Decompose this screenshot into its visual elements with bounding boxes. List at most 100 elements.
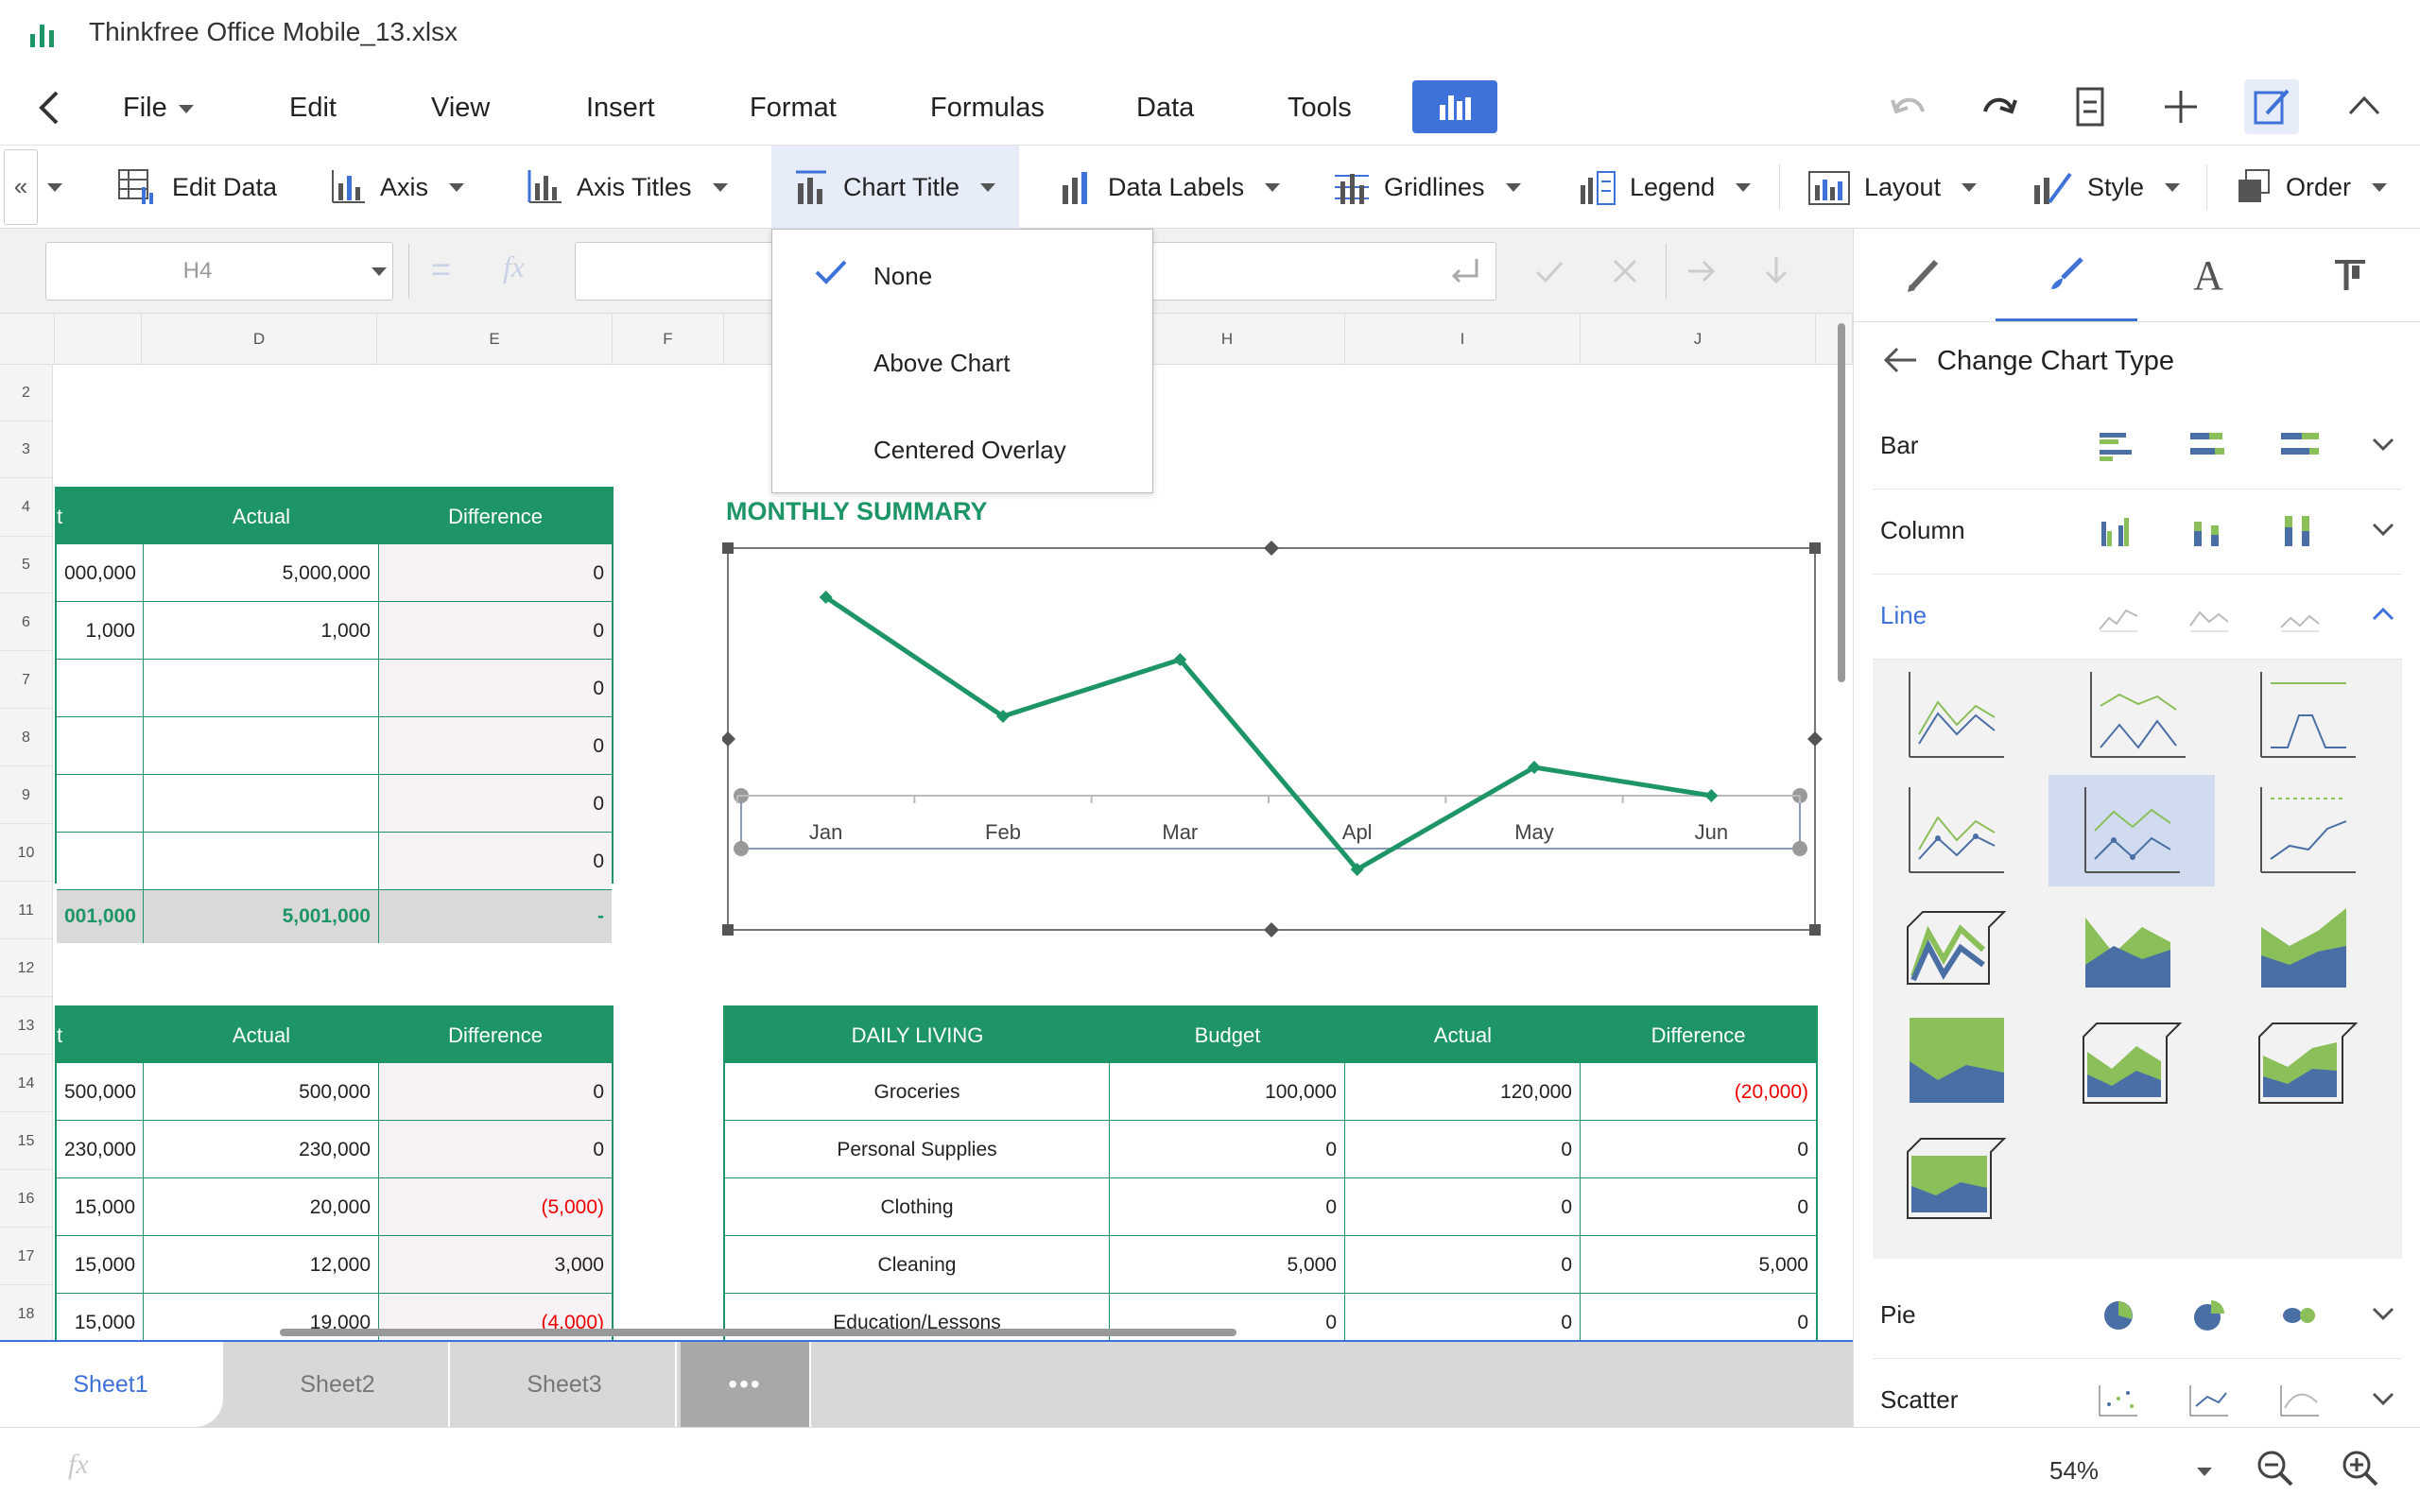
table-cell[interactable]: (5,000) <box>379 1178 612 1236</box>
confirm-check-icon[interactable] <box>1533 255 1565 287</box>
table-cell[interactable]: 000,000 <box>57 544 144 602</box>
menu-data[interactable]: Data <box>1136 93 1194 124</box>
line-subtype-selected[interactable] <box>2048 775 2215 886</box>
sheet-tab-2[interactable]: Sheet2 <box>227 1342 450 1427</box>
redo-icon[interactable] <box>1978 85 2021 129</box>
table-cell[interactable]: 0 <box>1345 1178 1581 1236</box>
category-cell[interactable]: Cleaning <box>725 1236 1110 1294</box>
row-header-9[interactable]: 9 <box>0 766 53 824</box>
cancel-x-icon[interactable] <box>1609 255 1641 287</box>
legend-button[interactable]: Legend <box>1579 146 1752 229</box>
table-cell[interactable]: 5,000 <box>1581 1236 1816 1294</box>
horizontal-scrollbar[interactable] <box>280 1329 1236 1336</box>
column-header-c[interactable] <box>55 314 142 365</box>
edit-mode-button[interactable] <box>2244 79 2299 134</box>
chevron-down-icon[interactable] <box>47 183 62 192</box>
table-cell[interactable]: 20,000 <box>144 1178 379 1236</box>
table-cell[interactable]: 230,000 <box>57 1121 144 1178</box>
edit-data-button[interactable]: Edit Data <box>117 146 277 229</box>
line-subtype[interactable] <box>1873 660 2039 771</box>
layout-button[interactable]: Layout <box>1807 146 1978 229</box>
table-cell[interactable]: 500,000 <box>144 1063 379 1121</box>
line-chart[interactable]: Jan Feb Mar Apl May Jun <box>722 541 1828 937</box>
table-cell[interactable]: 12,000 <box>144 1236 379 1294</box>
order-button[interactable]: Order <box>2235 146 2388 229</box>
line-subtype[interactable] <box>1873 775 2039 886</box>
area-3d-subtype[interactable] <box>2224 1005 2391 1117</box>
menu-view[interactable]: View <box>431 93 490 124</box>
style-button[interactable]: Style <box>2032 146 2181 229</box>
row-header-4[interactable]: 4 <box>0 478 53 537</box>
data-labels-button[interactable]: Data Labels <box>1057 146 1281 229</box>
row-header-5[interactable]: 5 <box>0 537 53 593</box>
table-cell[interactable] <box>144 775 379 833</box>
table-cell[interactable]: 0 <box>379 833 612 890</box>
table-cell[interactable]: 15,000 <box>57 1178 144 1236</box>
menu-format[interactable]: Format <box>750 93 837 124</box>
column-header-j[interactable]: J <box>1581 314 1816 365</box>
page-view-icon[interactable] <box>2068 85 2112 129</box>
table1-header-budget[interactable]: t <box>57 489 144 544</box>
table-cell[interactable]: 3,000 <box>379 1236 612 1294</box>
row-header-13[interactable]: 13 <box>0 997 53 1055</box>
column-header-e[interactable]: E <box>377 314 613 365</box>
table-cell[interactable] <box>57 660 144 717</box>
table3-header-category[interactable]: DAILY LIVING <box>725 1007 1110 1063</box>
menu-file[interactable]: File <box>123 93 194 124</box>
table-cell[interactable]: 0 <box>1345 1294 1581 1340</box>
table-cell[interactable] <box>144 717 379 775</box>
row-header-12[interactable]: 12 <box>0 939 53 997</box>
area-3d-subtype[interactable] <box>1873 1121 2039 1232</box>
row-header-14[interactable]: 14 <box>0 1055 53 1112</box>
back-arrow-icon[interactable] <box>1882 344 1920 376</box>
function-wizard-icon[interactable]: fx <box>68 1449 89 1481</box>
row-header-2[interactable]: 2 <box>0 365 53 421</box>
column-header-i[interactable]: I <box>1345 314 1581 365</box>
table-cell[interactable]: 0 <box>379 1063 612 1121</box>
table-cell[interactable]: 120,000 <box>1345 1063 1581 1121</box>
tab-brush[interactable] <box>1996 229 2137 321</box>
table-cell[interactable]: 15,000 <box>57 1236 144 1294</box>
row-header-3[interactable]: 3 <box>0 421 53 478</box>
column-header-f[interactable]: F <box>613 314 724 365</box>
chart-title-button[interactable]: Chart Title <box>771 146 1019 229</box>
row-header-18[interactable]: 18 <box>0 1285 53 1340</box>
menu-insert[interactable]: Insert <box>586 93 655 124</box>
zoom-out-icon[interactable] <box>2254 1447 2297 1490</box>
table-cell[interactable]: 100,000 <box>1110 1063 1345 1121</box>
table-cell[interactable]: 0 <box>1345 1121 1581 1178</box>
table1-header-actual[interactable]: Actual <box>144 489 379 544</box>
table-total-cell[interactable]: - <box>379 890 612 943</box>
sheet-tab-3[interactable]: Sheet3 <box>454 1342 677 1427</box>
chevron-down-icon[interactable] <box>2197 1468 2212 1476</box>
enter-icon[interactable] <box>1448 255 1482 287</box>
vertical-scrollbar[interactable] <box>1838 323 1845 682</box>
category-cell[interactable]: Groceries <box>725 1063 1110 1121</box>
add-icon[interactable] <box>2159 85 2203 129</box>
table-cell[interactable]: (20,000) <box>1581 1063 1816 1121</box>
row-header-10[interactable]: 10 <box>0 824 53 882</box>
table-cell[interactable]: 0 <box>1110 1178 1345 1236</box>
toolbar-collapse-button[interactable]: « <box>4 149 38 225</box>
table-cell[interactable]: 0 <box>379 1121 612 1178</box>
axis-button[interactable]: Axis <box>329 146 465 229</box>
table-cell[interactable]: 0 <box>379 717 612 775</box>
menu-edit[interactable]: Edit <box>289 93 337 124</box>
chevron-down-icon[interactable] <box>372 267 387 276</box>
area-subtype[interactable] <box>2048 890 2215 1002</box>
table1-header-difference[interactable]: Difference <box>379 489 612 544</box>
option-above-chart[interactable]: Above Chart <box>873 349 1011 378</box>
sheet-tab-1[interactable]: Sheet1 <box>0 1342 223 1427</box>
line-subtype[interactable] <box>2224 660 2391 771</box>
more-sheets-button[interactable]: ••• <box>681 1342 811 1427</box>
collapse-chevron-icon[interactable] <box>2342 85 2386 129</box>
table-cell[interactable] <box>144 660 379 717</box>
line-subtype[interactable] <box>2224 775 2391 886</box>
row-header-8[interactable]: 8 <box>0 709 53 766</box>
table-cell[interactable]: 0 <box>1581 1121 1816 1178</box>
table-cell[interactable] <box>144 833 379 890</box>
table-cell[interactable] <box>57 717 144 775</box>
chart-type-line[interactable]: Line <box>1873 575 2402 660</box>
table3-header-budget[interactable]: Budget <box>1110 1007 1345 1063</box>
table-total-cell[interactable]: 001,000 <box>57 890 144 943</box>
